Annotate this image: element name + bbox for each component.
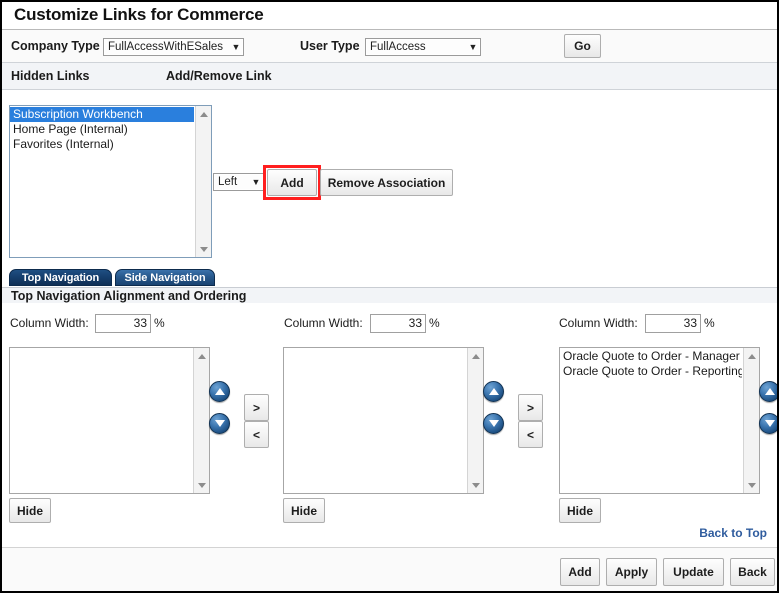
hidden-links-scrollbar[interactable] — [195, 106, 211, 257]
column1-listbox[interactable] — [9, 347, 210, 494]
column2-percent-sign: % — [429, 316, 440, 330]
column2-scrollbar[interactable] — [467, 348, 483, 493]
section-title: Top Navigation Alignment and Ordering — [11, 289, 247, 303]
column3-width-label: Column Width: — [559, 316, 638, 330]
column2-move-right-button[interactable]: > — [518, 394, 543, 421]
footer-update-button[interactable]: Update — [663, 558, 724, 586]
user-type-select[interactable]: FullAccess ▼ — [365, 38, 481, 56]
column3-width-input[interactable]: 33 — [645, 314, 701, 333]
hidden-link-item[interactable]: Home Page (Internal) — [10, 122, 194, 137]
scroll-up-icon[interactable] — [468, 348, 483, 364]
column1-move-right-button[interactable]: > — [244, 394, 269, 421]
column3-item[interactable]: Oracle Quote to Order - Manager — [560, 349, 742, 364]
column3-move-up-icon[interactable] — [759, 381, 777, 402]
section-title-bar: Top Navigation Alignment and Ordering — [2, 287, 777, 303]
chevron-down-icon: ▼ — [251, 176, 261, 187]
links-table-header: Hidden Links Add/Remove Link — [2, 62, 777, 90]
footer-back-button[interactable]: Back — [730, 558, 775, 586]
column2-listbox[interactable] — [283, 347, 484, 494]
column1-options[interactable] — [10, 349, 192, 493]
tab-side-navigation[interactable]: Side Navigation — [115, 269, 215, 286]
title-bar: Customize Links for Commerce — [2, 2, 777, 30]
link-position-select[interactable]: Left ▼ — [213, 173, 264, 191]
column1-scrollbar[interactable] — [193, 348, 209, 493]
header-hidden-links: Hidden Links — [11, 69, 90, 83]
column3-move-down-icon[interactable] — [759, 413, 777, 434]
chevron-down-icon: ▼ — [468, 41, 478, 52]
column1-move-up-icon[interactable] — [209, 381, 230, 402]
footer-add-button[interactable]: Add — [560, 558, 600, 586]
column1-move-left-button[interactable]: < — [244, 421, 269, 448]
column1-hide-button[interactable]: Hide — [9, 498, 51, 523]
column1-width-input[interactable]: 33 — [95, 314, 151, 333]
column2-width-label: Column Width: — [284, 316, 363, 330]
column3-item[interactable]: Oracle Quote to Order - Reporting — [560, 364, 742, 379]
column1-percent-sign: % — [154, 316, 165, 330]
tab-top-navigation[interactable]: Top Navigation — [9, 269, 112, 286]
remove-association-button[interactable]: Remove Association — [320, 169, 453, 196]
user-type-value: FullAccess — [370, 41, 426, 53]
chevron-down-icon: ▼ — [231, 41, 241, 52]
page-title: Customize Links for Commerce — [14, 5, 264, 24]
column3-scrollbar[interactable] — [743, 348, 759, 493]
header-add-remove-link: Add/Remove Link — [166, 69, 272, 83]
scroll-up-icon[interactable] — [194, 348, 209, 364]
hidden-links-options[interactable]: Subscription Workbench Home Page (Interna… — [10, 107, 194, 257]
column2-width-input[interactable]: 33 — [370, 314, 426, 333]
scroll-down-icon[interactable] — [194, 477, 209, 493]
column3-listbox[interactable]: Oracle Quote to Order - Manager Oracle Qu… — [559, 347, 760, 494]
scroll-down-icon[interactable] — [196, 241, 211, 257]
hidden-links-listbox[interactable]: Subscription Workbench Home Page (Interna… — [9, 105, 212, 258]
column1-move-down-icon[interactable] — [209, 413, 230, 434]
hidden-link-item[interactable]: Subscription Workbench — [10, 107, 194, 122]
company-type-label: Company Type — [11, 39, 100, 53]
scroll-down-icon[interactable] — [468, 477, 483, 493]
go-button[interactable]: Go — [564, 34, 601, 58]
footer-bar — [2, 547, 777, 591]
company-type-select[interactable]: FullAccessWithESales ▼ — [103, 38, 244, 56]
company-type-value: FullAccessWithESales — [108, 41, 224, 53]
footer-apply-button[interactable]: Apply — [606, 558, 657, 586]
column2-hide-button[interactable]: Hide — [283, 498, 325, 523]
column3-percent-sign: % — [704, 316, 715, 330]
column2-move-up-icon[interactable] — [483, 381, 504, 402]
back-to-top-link[interactable]: Back to Top — [699, 526, 767, 540]
link-position-value: Left — [218, 176, 238, 188]
user-type-label: User Type — [300, 39, 360, 53]
scroll-down-icon[interactable] — [744, 477, 759, 493]
hidden-link-item[interactable]: Favorites (Internal) — [10, 137, 194, 152]
scroll-up-icon[interactable] — [744, 348, 759, 364]
customize-links-page: Customize Links for Commerce Company Typ… — [0, 0, 779, 593]
column2-move-left-button[interactable]: < — [518, 421, 543, 448]
column3-hide-button[interactable]: Hide — [559, 498, 601, 523]
column2-move-down-icon[interactable] — [483, 413, 504, 434]
column3-options[interactable]: Oracle Quote to Order - Manager Oracle Qu… — [560, 349, 742, 493]
add-button-highlight — [263, 165, 321, 200]
scroll-up-icon[interactable] — [196, 106, 211, 122]
column1-width-label: Column Width: — [10, 316, 89, 330]
column2-options[interactable] — [284, 349, 466, 493]
